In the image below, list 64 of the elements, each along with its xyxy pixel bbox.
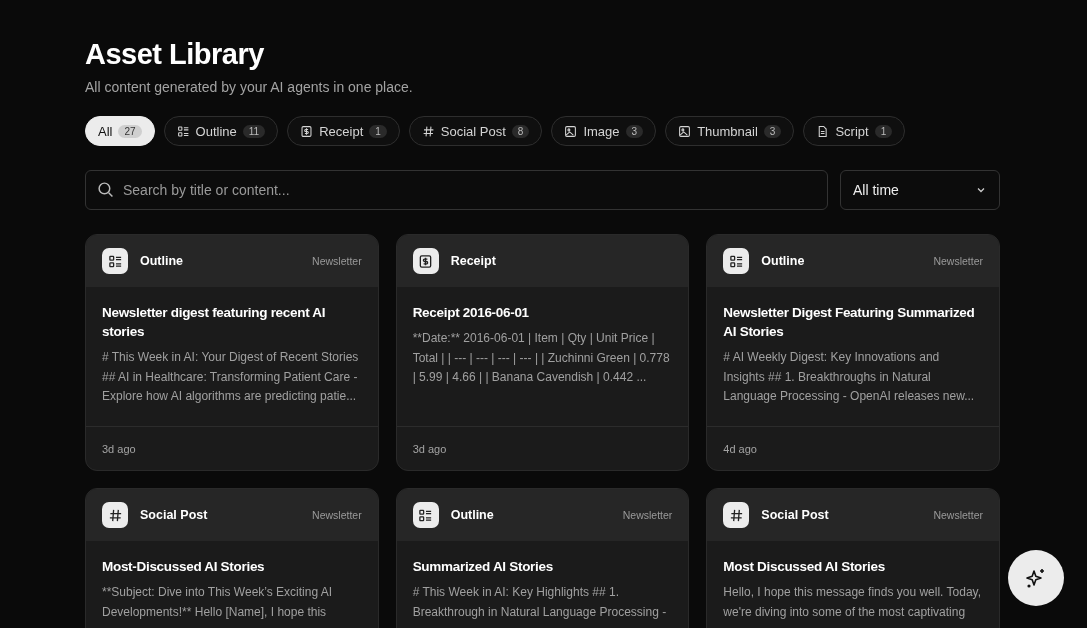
card-title: Newsletter digest featuring recent AI stories [102,304,327,341]
image-icon [564,124,578,138]
card-time: 3d ago [102,442,136,455]
list-icon [412,502,439,528]
card-source: Newsletter [312,509,362,521]
card-excerpt: # This Week in AI: Your Digest of Recent Stories ## AI in Healthcare: Transforming Patient Care - Explore how AI algorithms are predicting patie... [102,349,360,405]
card-title: Most-Discussed AI Stories [102,558,266,576]
count-badge: 3 [763,124,782,138]
card-title: Most Discussed AI Stories [723,558,886,576]
count-badge: 8 [511,124,530,138]
count-badge: 1 [369,124,387,138]
filter-chip[interactable]: Outline 11 [163,116,279,146]
card-title: Receipt 2016-06-01 [412,304,530,322]
card-type: Outline [140,254,185,268]
asset-card[interactable]: Social Post Newsletter Most-Discussed AI Stories **Subject: Dive into This Week’s Exciting AI Developments!** Hello [Name], I hope this [85,488,379,628]
receipt-icon [412,248,439,274]
card-type: Outline [450,508,495,522]
asset-card[interactable] [85,234,379,471]
list-icon [102,248,128,274]
sparkle-button[interactable] [1008,550,1064,606]
card-source: Newsletter [312,255,362,267]
asset-card[interactable]: Outline Newsletter Summarized AI Stories # This Week in AI: Key Highlights ## 1. Breakthrough in Natural Language Processing - [395,488,690,628]
card-source: Newsletter [933,509,983,521]
filter-chip[interactable]: Script 1 [803,116,906,146]
card-excerpt: # AI Weekly Digest: Key Innovations and Insights ## 1. Breakthroughs in Natural Language Processing - OpenAI releases new... [723,349,976,405]
asset-card[interactable]: Receipt Receipt 2016-06-01 **Date:** 2016-06-01 | Item | Qty | Unit Price | Total | | --- | --- | --- | --- | | Zuchinni Green | 0.778 | 5.99 | 4.66 | | Banana Cavendish | 0.442 ... 3d ago [395,234,690,471]
card-type: Outline [761,254,806,268]
filter-chip[interactable]: Image 3 [551,116,657,146]
page-subtitle: All content generated by your AI agents in one place. [85,79,414,95]
hash-icon [102,502,128,528]
count-badge: 3 [625,124,644,138]
count-badge: 11 [242,124,266,138]
search-field[interactable]: Search by title or content... [85,170,828,210]
card-excerpt: # This Week in AI: Key Highlights ## 1. Breakthrough in Natural Language Processing - [412,584,668,621]
card-type: Social Post [761,508,830,522]
search-icon [97,181,114,198]
card-type: Receipt [450,254,497,268]
receipt-icon [300,124,314,138]
card-title: Summarized AI Stories [412,558,554,576]
card-time: 3d ago [412,442,447,455]
page-title: Asset Library [85,38,265,70]
image-icon [678,124,692,138]
filter-chip[interactable]: Receipt 1 [287,116,400,146]
asset-card[interactable]: Outline Newsletter Newsletter Digest Featuring Summarized AI Stories # AI Weekly Digest: Key Innovations and Insights ## 1. Breakthroughs in Natural Language Processing - OpenAI releases new... 4d ago [706,234,1000,471]
asset-card[interactable]: Social Post Newsletter Most Discussed AI Stories Hello, I hope this message finds you well. Today, we're diving into some of the most captivating [706,488,1000,628]
count-badge: 27 [118,124,142,138]
document-icon [816,124,830,138]
list-icon [176,124,190,138]
filter-chip[interactable]: Social Post 8 [408,116,543,146]
card-excerpt: Hello, I hope this message finds you well. Today, we're diving into some of the most captivating [723,584,983,621]
hash-icon [421,124,435,138]
card-excerpt: **Date:** 2016-06-01 | Item | Qty | Unit Price | Total | | --- | --- | --- | --- | | Zuchinni Green | 0.778 | 5.99 | 4.66 | | Banana Cavendish | 0.442 ... [412,330,671,386]
card-source: Newsletter [933,255,983,267]
list-icon [723,248,750,274]
card-source: Newsletter [622,509,673,521]
hash-icon [723,502,750,528]
filter-chip[interactable]: Thumbnail 3 [665,116,795,146]
card-type: Social Post [140,508,209,522]
filter-chip[interactable]: All 27 [85,116,155,146]
time-dropdown[interactable]: All time [840,170,1000,210]
card-title: Newsletter Digest Featuring Summarized AI Stories [723,304,976,341]
card-excerpt: **Subject: Dive into This Week’s Exciting AI Developments!** Hello [Name], I hope this [102,584,334,621]
count-badge: 1 [874,124,893,138]
card-time: 4d ago [723,442,757,455]
